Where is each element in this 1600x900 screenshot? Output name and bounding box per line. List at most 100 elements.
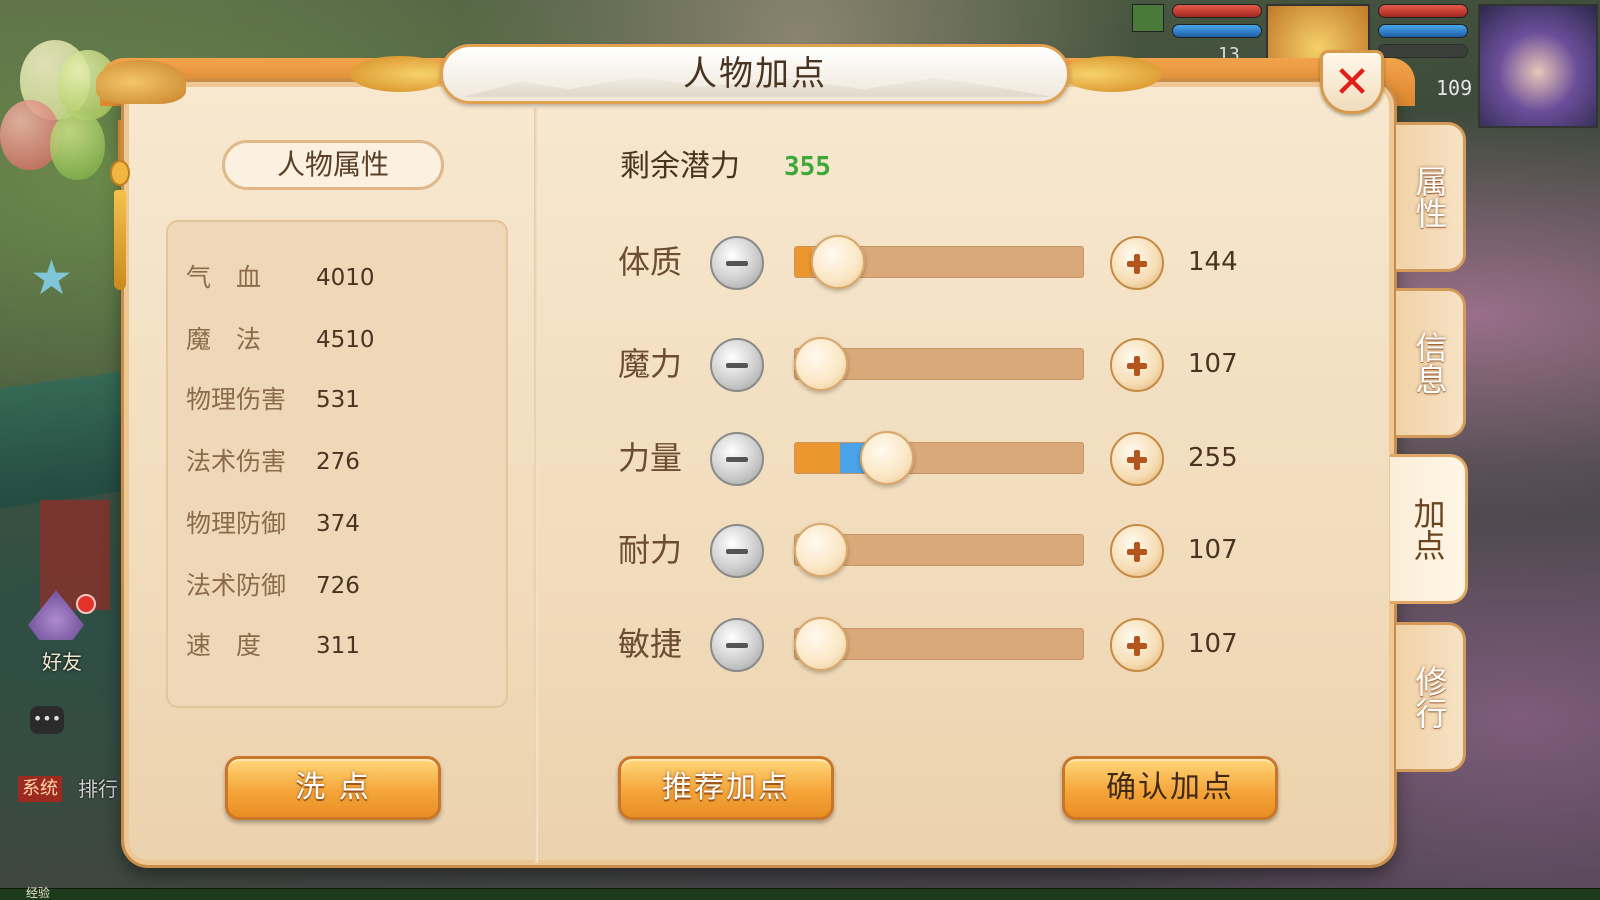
attribute-row: 魔 法 4510 bbox=[186, 320, 496, 360]
attribute-label: 物理防御 bbox=[186, 509, 287, 538]
attribute-row: 物理伤害 531 bbox=[186, 380, 496, 420]
pet-mp-bar bbox=[1172, 24, 1262, 38]
increase-button[interactable] bbox=[1110, 432, 1164, 486]
star-decoration-icon: ★ bbox=[30, 250, 74, 306]
stat-value: 255 bbox=[1188, 443, 1238, 473]
stat-label: 敏捷 bbox=[618, 625, 683, 663]
cloud-ornament-right bbox=[1062, 56, 1162, 92]
confirm-points-button[interactable]: 确认加点 bbox=[1062, 756, 1278, 820]
attribute-row: 速 度 311 bbox=[186, 626, 496, 666]
exp-bar bbox=[0, 888, 1600, 900]
increase-button[interactable] bbox=[1110, 338, 1164, 392]
stat-slider[interactable] bbox=[793, 523, 1084, 577]
hero-level: 109 bbox=[1436, 76, 1473, 100]
chat-strip[interactable]: 系统 排行 bbox=[14, 776, 124, 806]
panel-divider bbox=[534, 108, 538, 863]
decrease-button[interactable] bbox=[710, 524, 764, 578]
building-roof bbox=[0, 371, 120, 509]
close-button[interactable]: ✕ bbox=[1320, 50, 1384, 114]
balloon-icon bbox=[50, 110, 105, 180]
hero-anger-bar bbox=[1378, 44, 1468, 58]
attribute-value: 374 bbox=[316, 511, 360, 537]
attribute-label: 魔 法 bbox=[186, 325, 262, 354]
pendant-tassel bbox=[114, 190, 126, 290]
hero-mp-bar bbox=[1378, 24, 1468, 38]
attribute-label: 气 血 bbox=[186, 263, 262, 292]
attribute-label: 物理伤害 bbox=[186, 385, 287, 414]
attribute-row: 气 血 4010 bbox=[186, 258, 496, 298]
attribute-row: 法术防御 726 bbox=[186, 566, 496, 606]
cloud-ornament-left bbox=[350, 56, 450, 92]
cloud-corner-ornament bbox=[96, 60, 186, 104]
stat-row-strength: 力量 255 bbox=[610, 430, 1270, 490]
title-banner: 人物加点 bbox=[440, 44, 1070, 104]
slider-fill-base bbox=[795, 247, 813, 277]
stat-value: 107 bbox=[1188, 349, 1238, 379]
slider-knob[interactable] bbox=[860, 431, 915, 485]
exp-label: 经验 bbox=[26, 886, 51, 900]
decrease-button[interactable] bbox=[710, 236, 764, 290]
stat-row-endurance: 耐力 107 bbox=[610, 522, 1270, 582]
stat-label: 力量 bbox=[618, 439, 683, 477]
increase-button[interactable] bbox=[1110, 236, 1164, 290]
pendant-knot bbox=[110, 160, 130, 186]
attribute-label: 法术防御 bbox=[186, 571, 287, 600]
attribute-list: 气 血 4010 魔 法 4510 物理伤害 531 法术伤害 276 物理防御… bbox=[166, 220, 508, 708]
tab-attributes[interactable]: 属性 bbox=[1396, 122, 1466, 272]
hero-hp-bar bbox=[1378, 4, 1468, 18]
stat-row-magic: 魔力 107 bbox=[610, 336, 1270, 396]
stat-label: 耐力 bbox=[618, 531, 683, 569]
stat-label: 魔力 bbox=[618, 345, 683, 383]
stat-slider[interactable] bbox=[794, 235, 1084, 289]
stat-value: 107 bbox=[1188, 629, 1238, 659]
stat-row-constitution: 体质 144 bbox=[610, 234, 1270, 294]
tab-add-points[interactable]: 加点 bbox=[1390, 454, 1468, 604]
attribute-label: 速 度 bbox=[186, 631, 262, 660]
section-header-attributes: 人物属性 bbox=[222, 140, 444, 190]
recommend-points-button[interactable]: 推荐加点 bbox=[618, 756, 834, 820]
chat-bubble-icon[interactable]: ••• bbox=[30, 706, 64, 734]
slider-knob[interactable] bbox=[793, 617, 848, 671]
tab-info[interactable]: 信息 bbox=[1396, 288, 1466, 438]
decrease-button[interactable] bbox=[710, 618, 764, 672]
slider-knob[interactable] bbox=[811, 235, 866, 289]
close-icon: ✕ bbox=[1333, 57, 1371, 108]
decrease-button[interactable] bbox=[710, 338, 764, 392]
attribute-value: 726 bbox=[316, 573, 360, 599]
chat-text: 排行 bbox=[78, 777, 118, 801]
stat-slider[interactable] bbox=[794, 431, 1084, 485]
decrease-button[interactable] bbox=[710, 432, 764, 486]
pendant-string bbox=[118, 120, 121, 164]
increase-button[interactable] bbox=[1110, 618, 1164, 672]
pet-status-bars bbox=[1172, 4, 1262, 44]
system-tag: 系统 bbox=[18, 776, 62, 802]
attribute-value: 531 bbox=[316, 387, 360, 413]
attribute-value: 4510 bbox=[316, 327, 375, 353]
attribute-row: 法术伤害 276 bbox=[186, 442, 496, 482]
hero-status-bars bbox=[1378, 4, 1468, 64]
stat-value: 107 bbox=[1188, 535, 1238, 565]
attribute-label: 法术伤害 bbox=[186, 447, 287, 476]
building-pillar bbox=[40, 500, 110, 610]
tab-cultivation[interactable]: 修行 bbox=[1396, 622, 1466, 772]
attribute-value: 276 bbox=[316, 449, 360, 475]
friend-label[interactable]: 好友 bbox=[34, 646, 90, 675]
buff-icon[interactable] bbox=[1132, 4, 1164, 32]
remaining-potential-value: 355 bbox=[784, 152, 831, 182]
stat-row-agility: 敏捷 107 bbox=[610, 616, 1270, 676]
tassel-pendant bbox=[106, 120, 132, 290]
attribute-value: 4010 bbox=[316, 265, 375, 291]
slider-knob[interactable] bbox=[793, 523, 848, 577]
stat-slider[interactable] bbox=[793, 617, 1084, 671]
attribute-value: 311 bbox=[316, 633, 360, 659]
stat-label: 体质 bbox=[618, 243, 683, 281]
notification-dot bbox=[76, 594, 96, 614]
remaining-potential-label: 剩余潜力 bbox=[620, 149, 740, 184]
slider-knob[interactable] bbox=[793, 337, 848, 391]
slider-fill-base bbox=[795, 443, 840, 473]
stat-value: 144 bbox=[1188, 247, 1238, 277]
reset-points-button[interactable]: 洗 点 bbox=[225, 756, 441, 820]
increase-button[interactable] bbox=[1110, 524, 1164, 578]
stat-slider[interactable] bbox=[793, 337, 1084, 391]
hero-portrait[interactable] bbox=[1478, 4, 1598, 128]
